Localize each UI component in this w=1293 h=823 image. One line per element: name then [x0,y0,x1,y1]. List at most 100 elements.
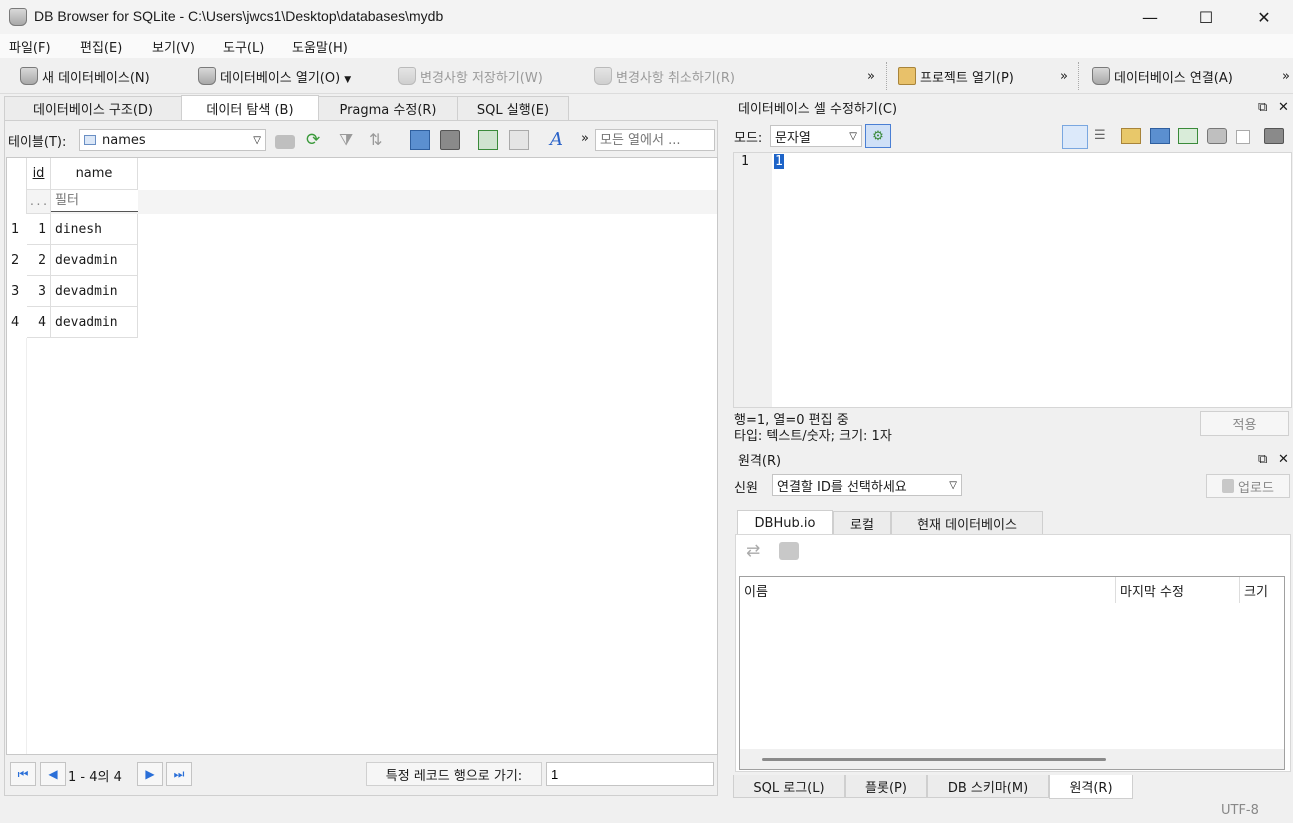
menu-help[interactable]: 도움말(H) [292,37,348,56]
toolbar-overflow-button[interactable]: » [867,64,875,88]
first-record-button[interactable]: ⏮ [10,762,36,786]
column-header-name[interactable]: name [51,158,138,190]
menu-tools[interactable]: 도구(L) [223,37,264,56]
clear-filters-icon[interactable] [275,135,295,149]
open-in-app-icon[interactable] [1207,128,1227,144]
menu-view[interactable]: 보기(V) [152,37,195,56]
goto-record-button[interactable]: 특정 레코드 행으로 가기: [366,762,542,786]
open-project-button[interactable]: 프로젝트 열기(P) [898,64,1014,88]
print-cell-icon[interactable] [1264,128,1284,144]
cell-id[interactable]: 1 [27,214,51,245]
cell-editor-value[interactable]: 1 [774,154,784,169]
print-icon[interactable] [440,130,460,150]
column-header-last-modified[interactable]: 마지막 수정 [1116,577,1240,603]
attach-toolbar-overflow[interactable]: » [1282,64,1290,88]
revert-changes-icon [594,67,612,85]
scrollbar-thumb[interactable] [762,758,1106,761]
set-null-icon[interactable] [1178,128,1198,144]
write-changes-button[interactable]: 변경사항 저장하기(W) [398,64,543,88]
tab-local[interactable]: 로컬 [833,511,891,535]
tab-current-database[interactable]: 현재 데이터베이스 [891,511,1043,535]
tab-sql-log[interactable]: SQL 로그(L) [733,775,845,798]
filter-icon[interactable]: ⧩ [339,130,359,150]
open-database-button[interactable]: 데이터베이스 열기(O) ▼ [198,64,351,88]
cell-name[interactable]: dinesh [51,214,138,245]
last-record-button[interactable]: ⏭ [166,762,192,786]
mode-select-value: 문자열 [775,130,811,146]
cell-editor[interactable]: 1 1 [733,152,1292,408]
upload-button[interactable]: 업로드 [1206,474,1290,498]
column-header-id[interactable]: id [27,158,51,190]
refresh-remote-icon[interactable]: ⇄ [746,541,766,561]
cell-name[interactable]: devadmin [51,307,138,338]
tab-browse-data[interactable]: 데이터 탐색 (B) [181,95,319,120]
dropdown-arrow-icon[interactable]: ▼ [344,75,351,85]
filter-all-columns-input[interactable] [595,129,715,151]
edit-cell-panel-header: 데이터베이스 셀 수정하기(C) ⧉ ✕ [733,96,1293,118]
tab-db-schema[interactable]: DB 스키마(M) [927,775,1049,798]
clone-database-icon[interactable] [779,542,799,560]
column-filter-name[interactable] [51,190,138,212]
close-button[interactable]: ✕ [1235,0,1293,34]
row-number[interactable]: 4 [7,307,27,338]
maximize-button[interactable]: ☐ [1177,0,1235,34]
tab-dbhub[interactable]: DBHub.io [737,510,833,535]
tab-execute-sql[interactable]: SQL 실행(E) [457,96,569,120]
open-project-label: 프로젝트 열기(P) [920,70,1014,86]
export-file-icon[interactable] [1150,128,1170,144]
cell-id[interactable]: 2 [27,245,51,276]
attach-database-button[interactable]: 데이터베이스 연결(A) [1092,64,1233,88]
auto-format-icon[interactable]: ☰ [1094,128,1114,148]
word-wrap-icon[interactable] [1062,125,1088,149]
tab-plot[interactable]: 플롯(P) [845,775,927,798]
next-record-button[interactable]: ▶ [137,762,163,786]
cell-id[interactable]: 4 [27,307,51,338]
row-number[interactable]: 1 [7,214,27,245]
mode-select[interactable]: 문자열 ▽ [770,125,862,147]
tab-database-structure[interactable]: 데이터베이스 구조(D) [4,96,182,120]
clear-cell-icon[interactable] [1236,130,1250,144]
new-database-button[interactable]: 새 데이터베이스(N) [20,64,150,88]
table-select[interactable]: names ▽ [79,129,266,151]
apply-button[interactable]: 적용 [1200,411,1289,436]
tab-remote[interactable]: 원격(R) [1049,775,1133,799]
row-number[interactable]: 2 [7,245,27,276]
close-panel-icon[interactable]: ✕ [1278,452,1289,467]
import-file-icon[interactable] [1121,128,1141,144]
edit-status-type: 타입: 텍스트/숫자; 크기: 1자 [734,429,892,444]
column-header-size[interactable]: 크기 [1240,577,1284,603]
refresh-icon[interactable]: ⟳ [306,130,326,150]
window-title: DB Browser for SQLite - C:\Users\jwcs1\D… [34,8,444,24]
insert-record-icon[interactable] [478,130,498,150]
tab-edit-pragmas[interactable]: Pragma 수정(R) [318,96,458,120]
cell-name[interactable]: devadmin [51,245,138,276]
menu-bar: 파일(F) 편집(E) 보기(V) 도구(L) 도움말(H) [0,34,1293,58]
minimize-button[interactable]: — [1121,0,1179,34]
save-view-icon[interactable] [410,130,430,150]
horizontal-scrollbar[interactable] [740,749,1284,769]
cell-id[interactable]: 3 [27,276,51,307]
row-number[interactable]: 3 [7,276,27,307]
main-toolbar: 새 데이터베이스(N) 데이터베이스 열기(O) ▼ 변경사항 저장하기(W) … [0,58,1293,94]
goto-record-input[interactable] [546,762,714,786]
project-toolbar-overflow[interactable]: » [1060,64,1068,88]
sort-icon[interactable]: ⇅ [369,130,389,150]
delete-record-icon[interactable] [509,130,529,150]
float-panel-icon[interactable]: ⧉ [1258,100,1267,115]
chevron-down-icon: ▽ [949,479,957,491]
upload-label: 업로드 [1238,480,1274,496]
remote-title: 원격(R) [738,453,782,469]
identity-select[interactable]: 연결할 ID를 선택하세요 ▽ [772,474,962,496]
close-panel-icon[interactable]: ✕ [1278,100,1289,115]
revert-changes-button[interactable]: 변경사항 취소하기(R) [594,64,735,88]
menu-edit[interactable]: 편집(E) [80,37,122,56]
filter-toolbar-overflow[interactable]: » [581,131,589,146]
attach-database-label: 데이터베이스 연결(A) [1114,70,1233,86]
cell-name[interactable]: devadmin [51,276,138,307]
text-format-icon[interactable]: A [550,129,570,150]
menu-file[interactable]: 파일(F) [9,37,51,56]
auto-switch-mode-icon[interactable]: ⚙ [865,124,891,148]
float-panel-icon[interactable]: ⧉ [1258,452,1267,467]
column-header-filename[interactable]: 이름 [740,577,1116,603]
previous-record-button[interactable]: ◀ [40,762,66,786]
